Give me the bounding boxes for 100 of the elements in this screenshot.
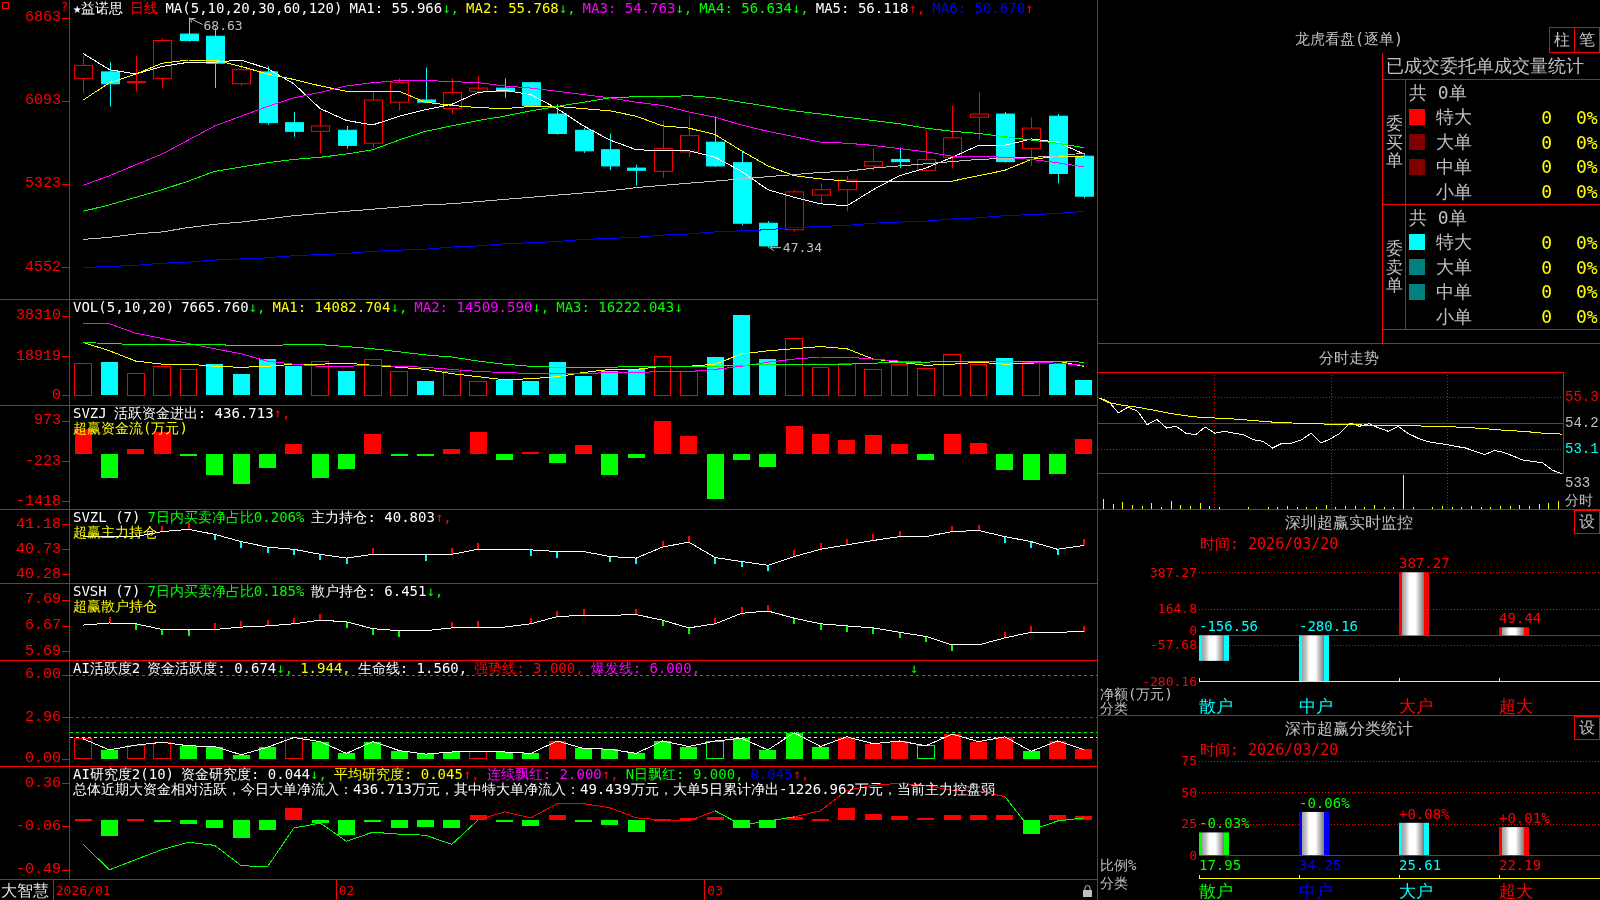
- legend-text: 资金活跃度: 0.674: [147, 661, 277, 676]
- chart-bar: [1499, 627, 1529, 636]
- value-label: 387.27: [1399, 555, 1450, 572]
- max-volume-label: 533: [1565, 475, 1591, 491]
- order-size-label: 小单: [1436, 304, 1473, 329]
- order-percent: 0%: [1576, 231, 1598, 253]
- value-label: 17.95: [1199, 857, 1242, 873]
- legend-text: AI活跃度2: [73, 661, 141, 676]
- trend-arrow: ↓,: [248, 300, 266, 315]
- candlestick: [1022, 116, 1041, 167]
- axis-tick-label: 0.00: [25, 749, 61, 766]
- candlestick: [180, 17, 199, 43]
- axis-tick-label: 6.00: [25, 666, 61, 684]
- order-size-label: 小单: [1436, 179, 1473, 204]
- order-count: 0: [1540, 131, 1552, 153]
- trend-arrow: ↑,: [462, 767, 480, 782]
- legend-text: MA(5,10,20,30,60,120): [165, 1, 343, 16]
- trend-arrow: ↓,: [310, 767, 327, 782]
- legend-text: 日线: [130, 1, 159, 16]
- panel-title: 深圳超赢实时监控: [1285, 512, 1413, 534]
- candlestick: [891, 147, 910, 169]
- legend-text: 7日内买卖净占比0.206%: [147, 510, 305, 525]
- chart-bar: [1399, 572, 1429, 636]
- axis-tick-label: 7.69: [25, 591, 61, 609]
- trend-arrow: ↑,: [908, 1, 926, 16]
- legend-text: 0.045: [750, 767, 793, 782]
- axis-tick-label: 25: [1181, 816, 1197, 832]
- settings-button[interactable]: 设: [1574, 510, 1600, 534]
- order-count: 0: [1540, 106, 1552, 128]
- trend-arrow: ↓,: [532, 300, 550, 315]
- legend-text: MA5: 56.118: [815, 1, 909, 16]
- trend-arrow: ↓,: [442, 1, 460, 16]
- legend-text: ★益诺思: [73, 1, 124, 16]
- candlestick: [917, 129, 936, 172]
- order-percent: 0%: [1576, 131, 1598, 153]
- order-size-label: 大单: [1436, 130, 1473, 155]
- axis-title: 比例%: [1100, 857, 1137, 873]
- axis-tick-label: -1418: [16, 492, 61, 509]
- order-size-label: 中单: [1436, 154, 1473, 179]
- legend-text: AI研究度2(10): [73, 767, 174, 782]
- candlestick: [970, 91, 989, 141]
- legend-text: 1.944,: [300, 661, 351, 676]
- lock-icon: [1083, 885, 1092, 897]
- legend-text: MA3: 16222.043: [556, 300, 675, 315]
- category-label: 超大: [1499, 881, 1533, 900]
- date-label: 03: [707, 882, 723, 898]
- panel-title: 深市超赢分类统计: [1285, 718, 1413, 740]
- candlestick: [101, 61, 120, 107]
- order-count: 0: [1540, 156, 1552, 178]
- legend-text: 散户持仓: 6.451: [311, 584, 427, 599]
- order-percent: 0%: [1576, 306, 1598, 328]
- trend-arrow: ↑,: [792, 767, 810, 782]
- axis-tick-label: 4552: [25, 258, 61, 276]
- axis-tick-label: -0.49: [16, 861, 61, 879]
- group-label: 委卖单: [1385, 238, 1403, 296]
- order-size-label: 特大: [1436, 230, 1473, 255]
- app-name: 大智慧: [1, 880, 49, 900]
- category-label: 中户: [1299, 695, 1333, 715]
- view-toggle-button[interactable]: 笔: [1574, 27, 1600, 53]
- chart-time-label: 时间: 2026/03/20: [1200, 741, 1339, 759]
- panel-title: 分时走势: [1318, 348, 1380, 369]
- category-label: 大户: [1399, 881, 1433, 900]
- axis-tick-label: 973: [34, 412, 61, 430]
- help-mark[interactable]: ?: [61, 0, 68, 14]
- axis-tick-label: 0: [52, 386, 61, 404]
- order-percent: 0%: [1576, 256, 1598, 278]
- legend-text: 主力持仓: 40.803: [311, 510, 435, 525]
- callout-arrow: [190, 18, 203, 25]
- group-total: 共 0单: [1409, 206, 1467, 230]
- legend-text: MA3: 54.763: [582, 1, 676, 16]
- category-label: 超大: [1499, 695, 1533, 715]
- legend-text: 7665.760: [181, 300, 249, 315]
- axis-tick-label: 5.69: [25, 642, 61, 660]
- value-label: 22.19: [1499, 857, 1542, 873]
- legend-text: 强势线: 3.000,: [474, 661, 584, 676]
- axis-tick-label: -280.16: [1142, 673, 1197, 689]
- settings-button[interactable]: 设: [1574, 716, 1600, 740]
- value-label: -156.56: [1199, 618, 1258, 635]
- order-count: 0: [1540, 306, 1552, 328]
- trend-arrow: ↑,: [434, 510, 452, 525]
- trend-arrow: ↑,: [601, 767, 619, 782]
- axis-tick-label: 164.8: [1157, 601, 1197, 617]
- date-label: 02: [338, 882, 355, 898]
- axis-tick-label: 53.1: [1565, 440, 1599, 457]
- legend-text: VOL(5,10,20): [73, 300, 175, 315]
- view-toggle-button[interactable]: 柱: [1549, 27, 1575, 53]
- axis-tick-label: 40.28: [16, 565, 61, 583]
- order-size-label: 中单: [1436, 279, 1473, 304]
- legend-text: 7日内买卖净占比0.185%: [147, 584, 305, 599]
- order-count: 0: [1540, 231, 1552, 253]
- axis-title: 分类: [1100, 700, 1128, 715]
- change-label: -0.06%: [1299, 794, 1350, 811]
- trend-arrow: ↑,: [273, 406, 291, 421]
- axis-tick-label: -57.68: [1150, 637, 1197, 653]
- axis-tick-label: 0.36: [25, 774, 61, 792]
- legend-text: MA6: 50.670: [932, 1, 1026, 16]
- axis-title: 分类: [1100, 875, 1128, 891]
- legend-text: 连续飘红: 2.000: [486, 767, 602, 782]
- order-count: 0: [1540, 181, 1552, 203]
- order-size-label: 特大: [1436, 105, 1473, 130]
